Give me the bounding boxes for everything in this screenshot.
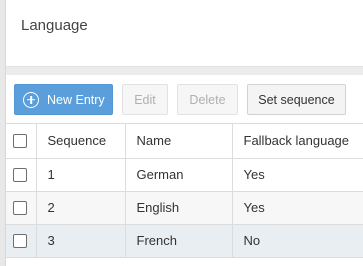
set-sequence-button[interactable]: Set sequence	[247, 84, 346, 115]
row-select-cell	[6, 191, 37, 225]
cell-sequence: 3	[36, 224, 126, 258]
cell-name: French	[125, 224, 233, 258]
new-entry-button[interactable]: New Entry	[14, 84, 113, 115]
row-checkbox[interactable]	[13, 167, 27, 182]
table-row[interactable]: 2 English Yes	[6, 191, 363, 225]
column-header-sequence[interactable]: Sequence	[36, 124, 126, 159]
cell-name: English	[125, 191, 233, 225]
column-header-name[interactable]: Name	[125, 124, 233, 159]
table-row[interactable]: 1 German Yes	[6, 158, 363, 192]
edit-button[interactable]: Edit	[122, 84, 168, 115]
row-select-cell	[6, 224, 37, 258]
table-header-row: Sequence Name Fallback language	[6, 124, 363, 159]
page-title: Language	[21, 17, 88, 34]
page-header: Language	[6, 0, 363, 67]
cell-sequence: 2	[36, 191, 126, 225]
language-table: Sequence Name Fallback language 1 German…	[6, 124, 363, 258]
cell-name: German	[125, 158, 233, 192]
row-checkbox[interactable]	[13, 233, 27, 248]
toolbar: New Entry Edit Delete Set sequence	[6, 75, 363, 124]
cell-fallback: Yes	[232, 158, 363, 192]
cell-fallback: No	[232, 224, 363, 258]
plus-circle-icon	[23, 91, 39, 108]
row-checkbox[interactable]	[13, 200, 27, 215]
column-header-fallback[interactable]: Fallback language	[232, 124, 363, 159]
row-select-cell	[6, 158, 37, 192]
delete-button[interactable]: Delete	[177, 84, 238, 115]
section-divider	[6, 67, 363, 75]
select-all-cell	[6, 124, 37, 159]
select-all-checkbox[interactable]	[13, 133, 27, 148]
new-entry-label: New Entry	[47, 92, 105, 107]
cell-fallback: Yes	[232, 191, 363, 225]
cell-sequence: 1	[36, 158, 126, 192]
main-panel: Language New Entry Edit Delete Set seque…	[5, 0, 363, 266]
table-row[interactable]: 3 French No	[6, 224, 363, 258]
